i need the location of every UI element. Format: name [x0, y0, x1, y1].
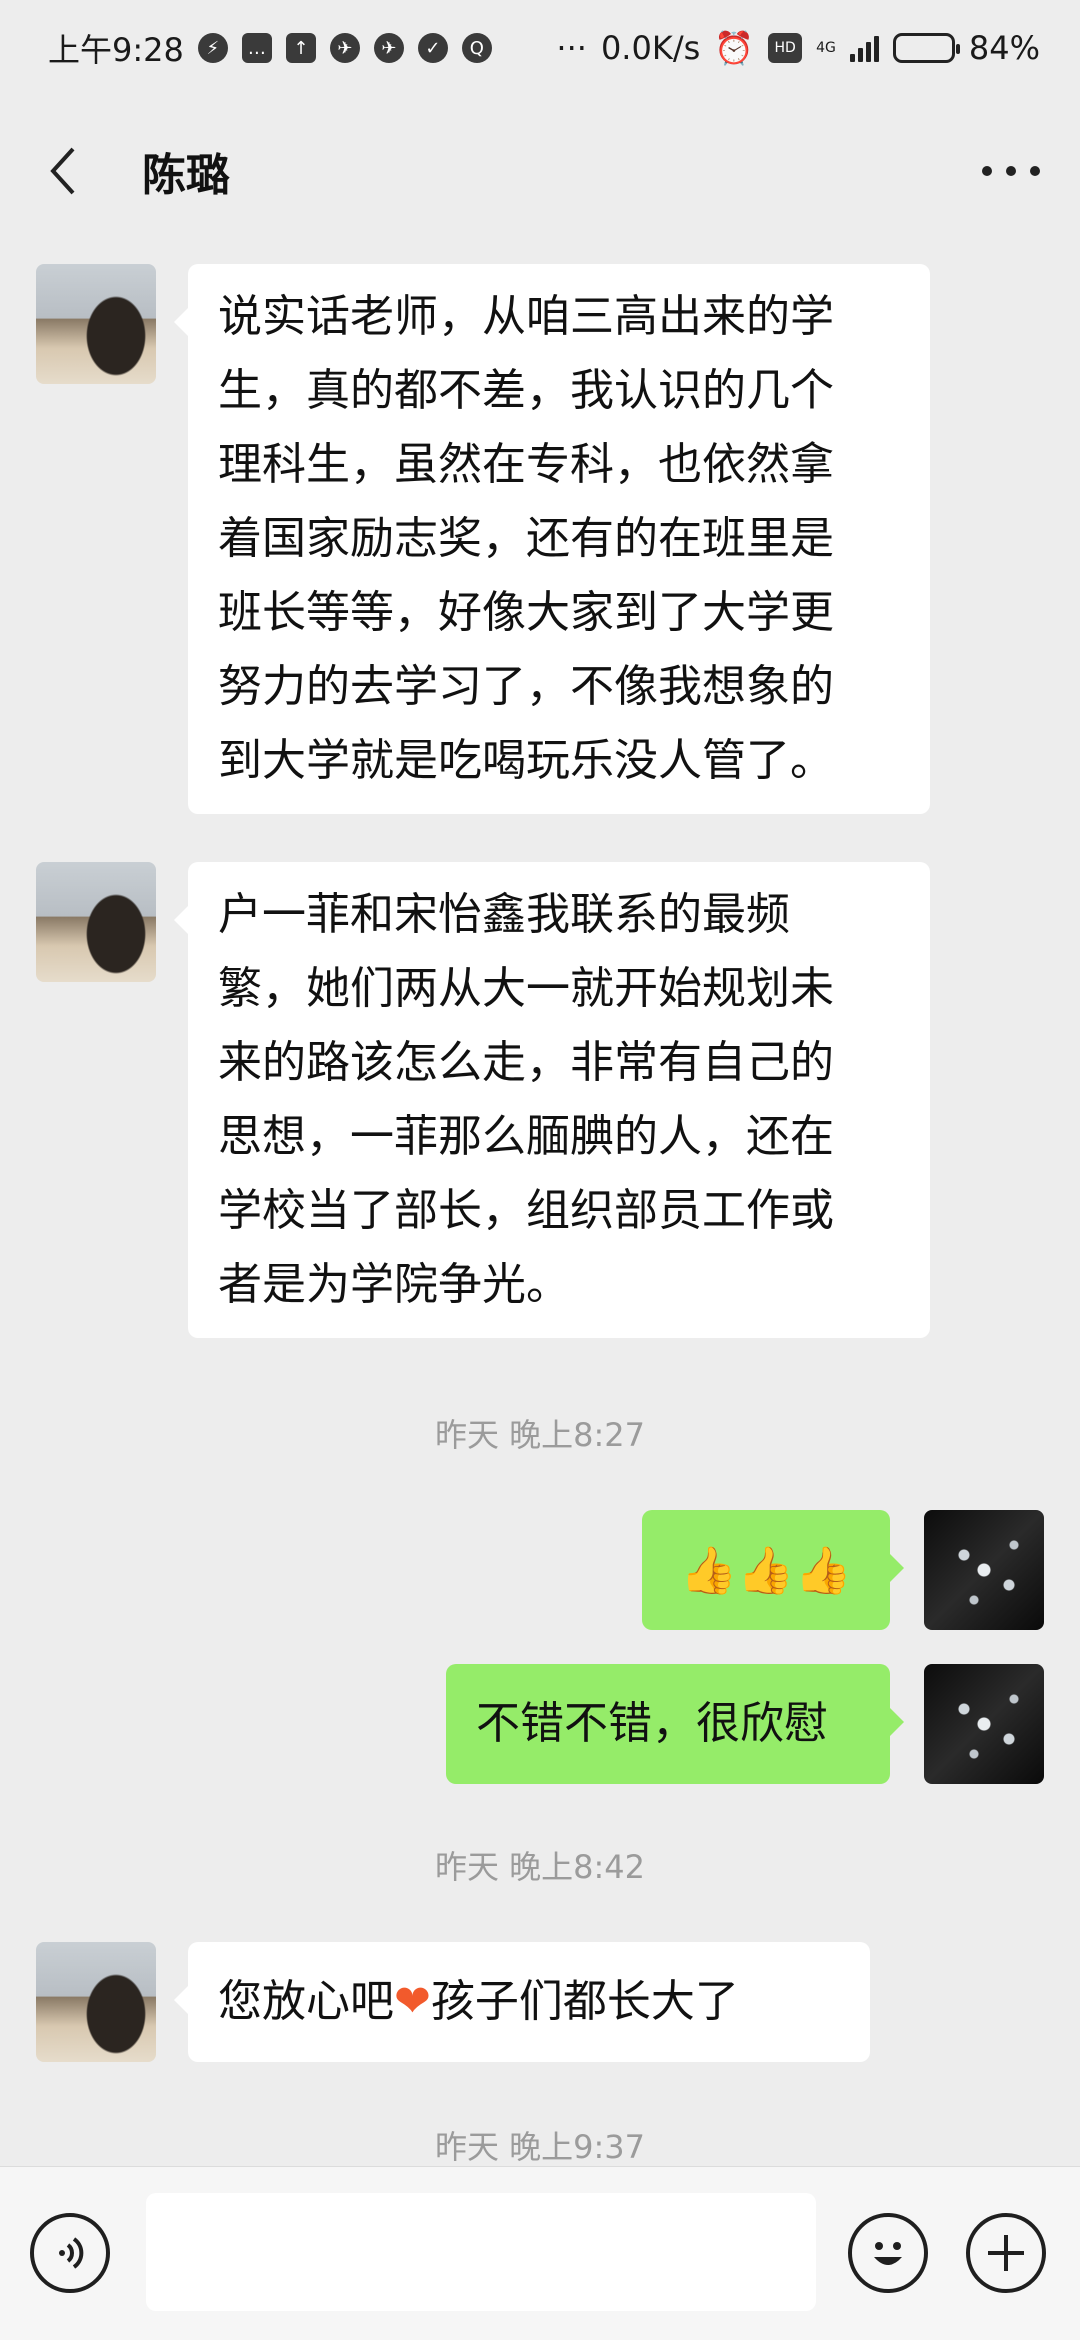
- timestamp: 昨天 晚上8:27: [434, 1416, 646, 1454]
- message-bubble-outgoing[interactable]: 不错不错，很欣慰: [446, 1664, 904, 1784]
- battery-icon: [892, 33, 960, 63]
- heart-emoji: ❤: [394, 1976, 431, 2027]
- net-speed: 0.0K/s: [600, 29, 701, 67]
- message-input[interactable]: [146, 2193, 816, 2311]
- app-notification-icon: ✈: [329, 33, 360, 63]
- message-text: 孩子们都长大了: [430, 1976, 739, 2027]
- message-text: 您放心吧: [218, 1976, 394, 2027]
- timestamp: 昨天 晚上8:42: [434, 1848, 646, 1886]
- message-bubble-incoming[interactable]: 说实话老师，从咱三高出来的学 生，真的都不差，我认识的几个 理科生，虽然在专科，…: [174, 264, 930, 814]
- chat-list[interactable]: 说实话老师，从咱三高出来的学 生，真的都不差，我认识的几个 理科生，虽然在专科，…: [0, 246, 1080, 2166]
- avatar[interactable]: [36, 1942, 156, 2062]
- message-icon: …: [241, 33, 272, 63]
- q-icon: Q: [461, 33, 492, 63]
- avatar-self[interactable]: [924, 1510, 1044, 1630]
- hd-icon: HD: [768, 33, 803, 63]
- page-title: 陈璐: [142, 150, 230, 201]
- shield-icon: ⚡: [197, 33, 228, 63]
- battery-percent: 84%: [968, 29, 1040, 67]
- app-notification-icon-2: ✈: [373, 33, 404, 63]
- voice-icon[interactable]: [30, 2213, 110, 2293]
- message-bubble-incoming[interactable]: 您放心吧❤孩子们都长大了: [174, 1942, 870, 2062]
- chat-header: 陈璐: [0, 96, 1080, 246]
- alarm-icon: ⏰: [714, 29, 755, 67]
- message-bubble-outgoing[interactable]: 👍👍👍: [642, 1510, 904, 1630]
- emoji-icon[interactable]: [848, 2213, 928, 2293]
- upload-icon: ↑: [285, 33, 316, 63]
- plus-icon[interactable]: [966, 2213, 1046, 2293]
- avatar[interactable]: [36, 862, 156, 982]
- more-icon[interactable]: [976, 151, 1046, 191]
- status-time: 上午9:28: [48, 31, 184, 69]
- network-type: 4G: [816, 40, 836, 56]
- avatar-self[interactable]: [924, 1664, 1044, 1784]
- check-icon: ✓: [417, 33, 448, 63]
- back-icon[interactable]: [34, 143, 90, 199]
- message-bubble-incoming[interactable]: 户一菲和宋怡鑫我联系的最频 繁，她们两从大一就开始规划未 来的路该怎么走，非常有…: [174, 862, 930, 1338]
- timestamp: 昨天 晚上9:37: [434, 2128, 646, 2166]
- avatar[interactable]: [36, 264, 156, 384]
- more-notifications: ···: [556, 29, 587, 67]
- signal-icon: [849, 34, 879, 62]
- input-bar: [0, 2166, 1080, 2340]
- status-bar: 上午9:28 ⚡ … ↑ ✈ ✈ ✓ Q ··· 0.0K/s ⏰ HD 4G …: [0, 0, 1080, 96]
